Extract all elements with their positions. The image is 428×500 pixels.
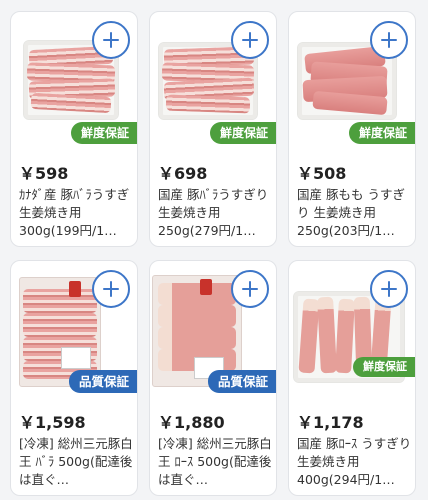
freshness-badge: 鮮度保証 [353, 357, 415, 377]
product-price: ￥508 [297, 164, 347, 183]
product-name[interactable]: [冷凍] 総州三元豚白王 ﾊﾞﾗ 500g(配達後は直ぐ… [19, 435, 137, 489]
plus-icon [103, 32, 119, 48]
product-grid: 鮮度保証 ￥598 ｶﾅﾀﾞ産 豚ﾊﾞﾗうすぎ 生姜焼き用300g(199円/1… [0, 0, 428, 500]
product-name[interactable]: [冷凍] 総州三元豚白王 ﾛｰｽ 500g(配達後は直ぐ… [158, 435, 276, 489]
add-to-cart-button[interactable] [92, 21, 130, 59]
product-name[interactable]: ｶﾅﾀﾞ産 豚ﾊﾞﾗうすぎ 生姜焼き用300g(199円/1… [19, 186, 137, 240]
product-price: ￥698 [158, 164, 208, 183]
add-to-cart-button[interactable] [231, 21, 269, 59]
product-card[interactable]: 品質保証 ￥1,880 [冷凍] 総州三元豚白王 ﾛｰｽ 500g(配達後は直ぐ… [149, 260, 277, 496]
product-price: ￥598 [19, 164, 69, 183]
add-to-cart-button[interactable] [370, 270, 408, 308]
product-name[interactable]: 国産 豚ﾊﾞﾗうすぎり 生姜焼き用250g(279円/1… [158, 186, 276, 240]
plus-icon [242, 32, 258, 48]
freshness-badge: 鮮度保証 [209, 122, 276, 144]
freshness-badge: 鮮度保証 [70, 122, 137, 144]
add-to-cart-button[interactable] [370, 21, 408, 59]
plus-icon [381, 32, 397, 48]
product-price: ￥1,178 [297, 413, 364, 432]
quality-badge: 品質保証 [68, 370, 137, 393]
product-name[interactable]: 国産 豚もも うすぎり 生姜焼き用250g(203円/1… [297, 186, 415, 240]
product-card[interactable]: 鮮度保証 ￥698 国産 豚ﾊﾞﾗうすぎり 生姜焼き用250g(279円/1… [149, 11, 277, 247]
add-to-cart-button[interactable] [92, 270, 130, 308]
product-card[interactable]: 品質保証 ￥1,598 [冷凍] 総州三元豚白王 ﾊﾞﾗ 500g(配達後は直ぐ… [10, 260, 138, 496]
product-name[interactable]: 国産 豚ﾛｰｽ うすぎり 生姜焼き用400g(294円/1… [297, 435, 415, 489]
plus-icon [103, 281, 119, 297]
product-price: ￥1,880 [158, 413, 225, 432]
add-to-cart-button[interactable] [231, 270, 269, 308]
product-price: ￥1,598 [19, 413, 86, 432]
freshness-badge: 鮮度保証 [348, 122, 415, 144]
product-card[interactable]: 鮮度保証 ￥598 ｶﾅﾀﾞ産 豚ﾊﾞﾗうすぎ 生姜焼き用300g(199円/1… [10, 11, 138, 247]
product-card[interactable]: 鮮度保証 ￥1,178 国産 豚ﾛｰｽ うすぎり 生姜焼き用400g(294円/… [288, 260, 416, 496]
plus-icon [242, 281, 258, 297]
quality-badge: 品質保証 [207, 370, 276, 393]
product-card[interactable]: 鮮度保証 ￥508 国産 豚もも うすぎり 生姜焼き用250g(203円/1… [288, 11, 416, 247]
plus-icon [381, 281, 397, 297]
